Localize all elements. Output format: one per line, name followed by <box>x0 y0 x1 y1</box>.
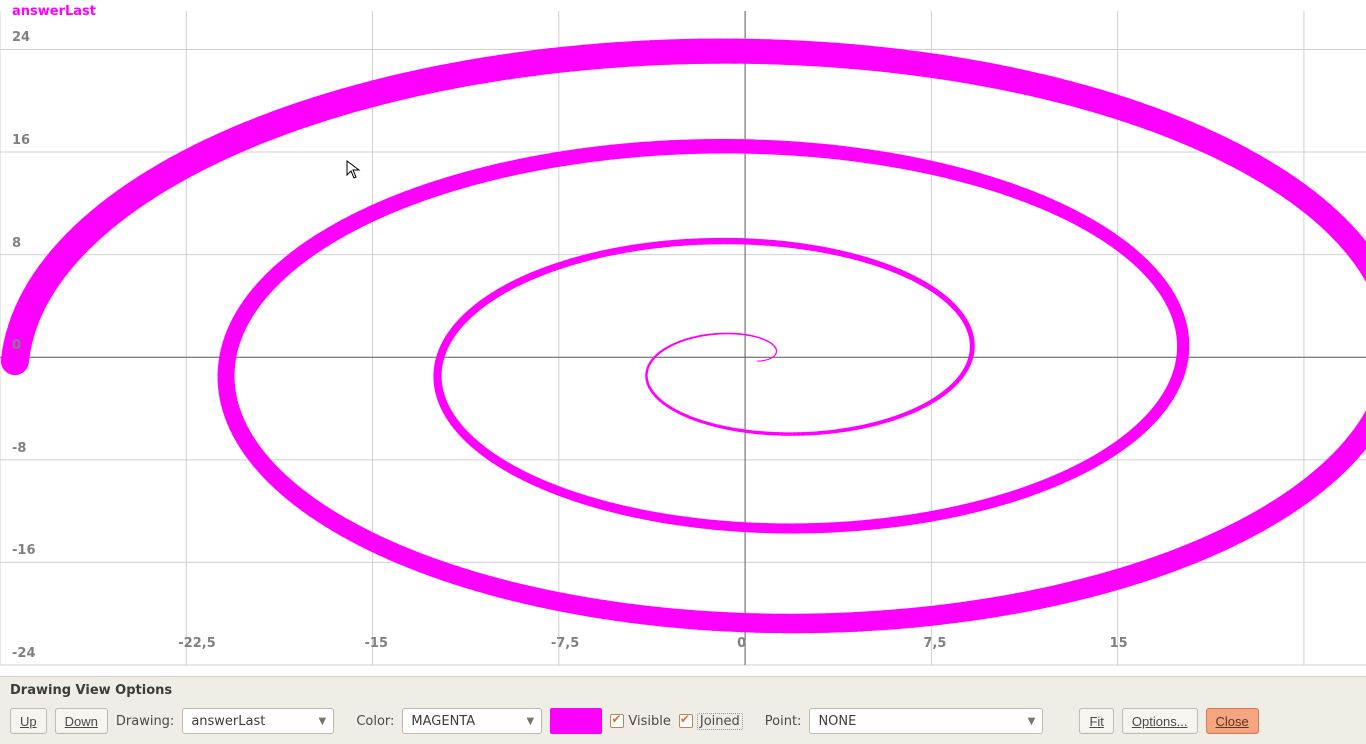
color-label: Color: <box>356 714 394 729</box>
chevron-down-icon: ▼ <box>1022 716 1040 727</box>
y-tick-label: 24 <box>12 30 30 45</box>
y-tick-label: 16 <box>12 133 30 148</box>
plot-area[interactable]: answerLast 24 16 8 0 -8 -16 -24 -22,5 -15 -7,5 0 7,… <box>0 0 1366 676</box>
down-button[interactable]: Down <box>55 708 108 734</box>
checkbox-icon <box>610 714 624 728</box>
close-button[interactable]: Close <box>1206 708 1259 734</box>
x-tick-label: -22,5 <box>178 636 215 651</box>
visible-checkbox[interactable]: Visible <box>610 714 670 729</box>
color-select[interactable]: MAGENTA ▼ <box>402 708 542 734</box>
x-tick-label: 0 <box>737 636 746 651</box>
drawing-view-options-panel: Drawing View Options Up Down Drawing: an… <box>0 676 1366 744</box>
drawing-select[interactable]: answerLast ▼ <box>182 708 334 734</box>
point-select[interactable]: NONE ▼ <box>809 708 1043 734</box>
y-tick-label: -8 <box>12 441 26 456</box>
plot-canvas <box>0 0 1366 676</box>
x-tick-label: 7,5 <box>923 636 946 651</box>
color-swatch <box>550 708 602 734</box>
series-label: answerLast <box>12 4 96 19</box>
checkbox-icon <box>679 714 693 728</box>
controls-row: Up Down Drawing: answerLast ▼ Color: MAG… <box>10 708 1356 734</box>
y-tick-label: -16 <box>12 543 36 558</box>
y-tick-label: -24 <box>12 646 36 661</box>
y-tick-label: 0 <box>12 338 21 353</box>
fit-button[interactable]: Fit <box>1079 708 1113 734</box>
chevron-down-icon: ▼ <box>521 716 539 727</box>
x-tick-label: -7,5 <box>551 636 579 651</box>
cursor-icon <box>346 160 362 180</box>
x-tick-label: 15 <box>1110 636 1128 651</box>
point-label: Point: <box>765 714 802 729</box>
x-tick-label: -15 <box>365 636 389 651</box>
up-button[interactable]: Up <box>10 708 47 734</box>
y-tick-label: 8 <box>12 236 21 251</box>
panel-title: Drawing View Options <box>10 683 1356 698</box>
options-button[interactable]: Options... <box>1122 708 1198 734</box>
chevron-down-icon: ▼ <box>313 716 331 727</box>
drawing-label: Drawing: <box>116 714 174 729</box>
joined-checkbox[interactable]: Joined <box>679 713 743 730</box>
